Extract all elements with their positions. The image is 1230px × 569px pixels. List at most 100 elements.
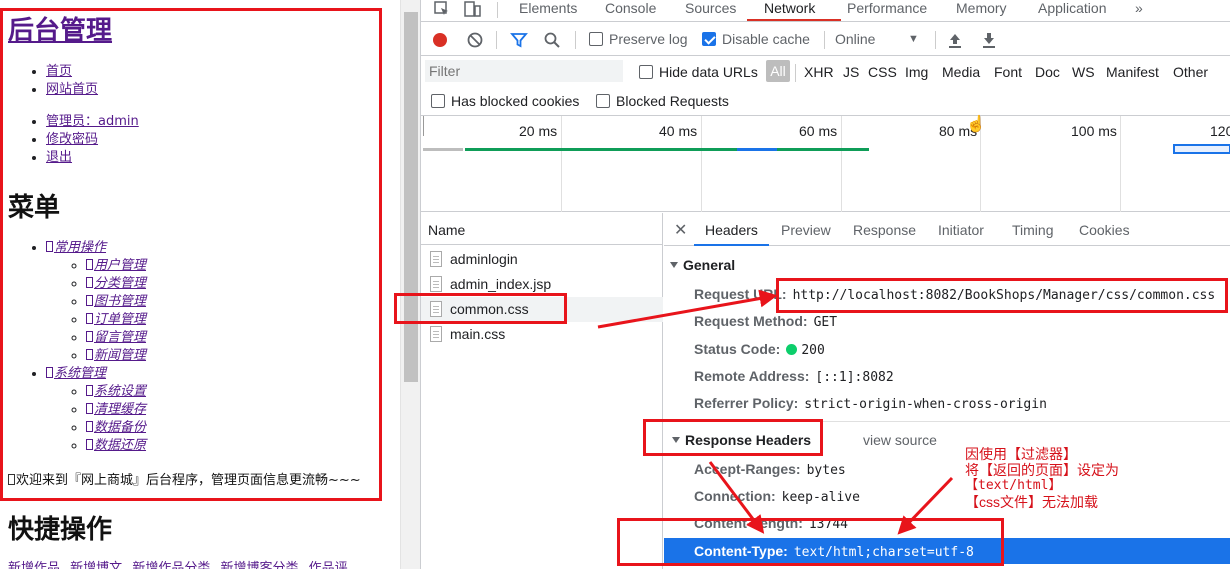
quick-link-new-blog-category[interactable]: 新增博客分类 [220, 561, 298, 569]
inspect-element-icon[interactable] [433, 0, 451, 20]
submenu-link-clear-cache[interactable]: 清理缓存 [86, 402, 146, 417]
preserve-log-checkbox[interactable]: Preserve log [589, 30, 688, 48]
type-filter-ws[interactable]: WS [1072, 64, 1095, 80]
submenu-link-settings[interactable]: 系统设置 [86, 384, 146, 399]
tab-response[interactable]: Response [853, 222, 916, 238]
tab-elements[interactable]: Elements [519, 0, 577, 16]
tab-initiator[interactable]: Initiator [938, 222, 984, 238]
name-column-header[interactable]: Name [421, 213, 663, 245]
response-headers-section-toggle[interactable]: Response Headers [672, 432, 811, 448]
type-filter-xhr[interactable]: XHR [804, 64, 834, 80]
quick-link-new-blog[interactable]: 新增博文 [70, 561, 122, 569]
type-filter-media[interactable]: Media [942, 64, 980, 80]
tab-application[interactable]: Application [1038, 0, 1107, 16]
missing-glyph-icon [86, 277, 93, 288]
hide-data-urls-checkbox[interactable]: Hide data URLs [639, 64, 758, 80]
menu-group-system-link[interactable]: 系统管理 [46, 366, 106, 381]
request-row-adminlogin[interactable]: adminlogin [421, 247, 663, 272]
type-filter-other[interactable]: Other [1173, 64, 1208, 80]
toolbar-divider [824, 31, 825, 49]
request-row-admin-index[interactable]: admin_index.jsp [421, 272, 663, 297]
type-filter-manifest[interactable]: Manifest [1106, 64, 1159, 80]
export-har-icon[interactable] [981, 31, 997, 53]
type-filter-js[interactable]: JS [843, 64, 859, 80]
header-row: Remote Address: [::1]:8082 [694, 368, 894, 385]
header-key: Referrer Policy: [694, 395, 799, 411]
menu-group-common-link[interactable]: 常用操作 [46, 240, 106, 255]
header-row: Content-Type: text/html;charset=utf-8 [694, 543, 974, 560]
tab-network[interactable]: Network [764, 0, 815, 16]
submenu-system: 系统设置 清理缓存 数据备份 数据还原 [46, 383, 146, 455]
tab-headers[interactable]: Headers [705, 222, 758, 238]
header-value: http://localhost:8082/BookShops/Manager/… [792, 288, 1216, 303]
checkbox-box [596, 94, 610, 108]
search-icon[interactable] [543, 31, 561, 53]
nav-link-change-password[interactable]: 修改密码 [46, 132, 98, 147]
tab-console[interactable]: Console [605, 0, 656, 16]
active-tab-indicator [747, 19, 841, 21]
nav-link-site-home[interactable]: 网站首页 [46, 82, 98, 97]
device-toolbar-icon[interactable] [463, 0, 483, 20]
view-source-link[interactable]: view source [863, 432, 937, 448]
submenu-link-categories[interactable]: 分类管理 [86, 276, 146, 291]
rendered-page: 后台管理 首页 网站首页 管理员：admin 修改密码 退出 菜单 常用操作 用… [0, 0, 400, 569]
record-icon[interactable] [431, 31, 449, 53]
submenu-link-backup[interactable]: 数据备份 [86, 420, 146, 435]
tab-performance[interactable]: Performance [847, 0, 927, 16]
disable-cache-checkbox[interactable]: Disable cache [702, 30, 810, 48]
request-list-pane: Name adminlogin admin_index.jsp common.c… [421, 213, 663, 569]
submenu-link-users[interactable]: 用户管理 [86, 258, 146, 273]
timeline-bar [423, 148, 463, 151]
more-tabs-button[interactable]: » [1135, 0, 1143, 16]
submenu-item: 图书管理 [86, 293, 146, 311]
close-icon[interactable]: ✕ [674, 220, 687, 240]
filter-input[interactable] [425, 60, 623, 82]
response-headers-title: Response Headers [685, 432, 812, 448]
submenu-link-books[interactable]: 图书管理 [86, 294, 146, 309]
request-row-common-css[interactable]: common.css [421, 297, 663, 322]
nav-link-admin[interactable]: 管理员：admin [46, 114, 139, 129]
request-row-main-css[interactable]: main.css [421, 322, 663, 347]
nav-link-home[interactable]: 首页 [46, 64, 72, 79]
general-section-toggle[interactable]: General [670, 257, 735, 273]
tab-cookies[interactable]: Cookies [1079, 222, 1130, 238]
type-filter-doc[interactable]: Doc [1035, 64, 1060, 80]
timeline-selection[interactable] [1173, 144, 1230, 154]
submenu-link-orders[interactable]: 订单管理 [86, 312, 146, 327]
missing-glyph-icon [86, 439, 93, 450]
submenu-link-messages[interactable]: 留言管理 [86, 330, 146, 345]
page-scrollbar[interactable] [400, 0, 420, 569]
blocked-requests-checkbox[interactable]: Blocked Requests [596, 93, 729, 109]
tab-sources[interactable]: Sources [685, 0, 736, 16]
page-scroll-thumb[interactable] [404, 12, 418, 382]
type-filter-css[interactable]: CSS [868, 64, 897, 80]
general-section-title: General [683, 257, 736, 273]
tab-timing[interactable]: Timing [1012, 222, 1054, 238]
timeline-gridline [1120, 116, 1121, 212]
menu-group-common: 常用操作 用户管理 分类管理 图书管理 订单管理 留言管理 新闻管理 [46, 239, 146, 365]
page-title-link[interactable]: 后台管理 [8, 16, 112, 46]
type-filter-font[interactable]: Font [994, 64, 1022, 80]
type-filter-all[interactable]: All [766, 60, 790, 82]
filter-icon[interactable] [510, 31, 528, 53]
header-row-highlighted[interactable]: Content-Type: text/html;charset=utf-8 [664, 538, 1230, 564]
quick-link-new-work[interactable]: 新增作品 [8, 561, 60, 569]
clear-icon[interactable] [466, 31, 484, 53]
nav-link-logout[interactable]: 退出 [46, 150, 72, 165]
tab-memory[interactable]: Memory [956, 0, 1007, 16]
submenu-link-restore[interactable]: 数据还原 [86, 438, 146, 453]
quick-link-new-work-category[interactable]: 新增作品分类 [132, 561, 210, 569]
tab-preview[interactable]: Preview [781, 222, 831, 238]
user-nav-list: 管理员：admin 修改密码 退出 [0, 113, 139, 167]
throttling-select[interactable]: Online ▼ [835, 30, 919, 48]
has-blocked-cookies-checkbox[interactable]: Has blocked cookies [431, 93, 579, 109]
header-row: Content-Length: 13744 [694, 515, 848, 532]
type-filter-img[interactable]: Img [905, 64, 928, 80]
quick-link-work-review[interactable]: 作品评 [309, 561, 348, 569]
checkbox-box [639, 65, 653, 79]
header-value: bytes [806, 463, 846, 478]
annotation-line: 【text/html】 [965, 478, 1062, 493]
import-har-icon[interactable] [947, 31, 963, 53]
submenu-link-news[interactable]: 新闻管理 [86, 348, 146, 363]
network-overview-timeline[interactable]: 20 ms 40 ms 60 ms 80 ms 100 ms 120 [421, 116, 1230, 212]
